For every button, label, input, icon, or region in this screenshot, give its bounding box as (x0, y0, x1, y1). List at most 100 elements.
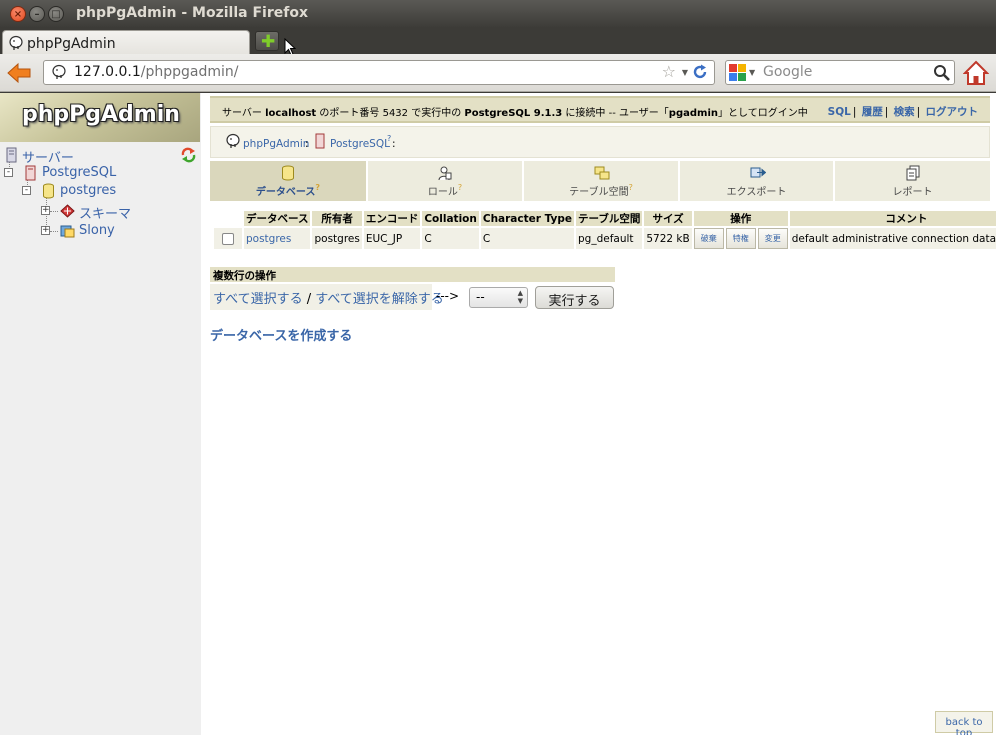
tree-label-slony: Slony (79, 223, 115, 238)
col-actions: 操作 (693, 211, 788, 226)
select-all-link[interactable]: すべて選択する (213, 292, 303, 307)
main-frame: サーバー localhost のポート番号 5432 で実行中の Postgre… (201, 93, 996, 735)
server-info-bar: サーバー localhost のポート番号 5432 で実行中の Postgre… (210, 96, 990, 123)
multi-actions-header: 複数行の操作 (210, 267, 615, 282)
action-select[interactable]: -- ▲ ▼ (469, 287, 528, 308)
privileges-button[interactable]: 特権 (725, 228, 756, 249)
browser-tab-title: phpPgAdmin (27, 36, 116, 52)
tree-node-servers[interactable]: サーバー (4, 146, 164, 166)
info-prefix: サーバー (222, 108, 266, 119)
tree-node-schemas[interactable]: + スキーマ (41, 202, 181, 222)
tab-tablespaces[interactable]: テーブル空間? (524, 161, 680, 201)
tab-tablespaces-label: テーブル空間 (569, 187, 629, 198)
help-icon[interactable]: ? (458, 183, 462, 192)
search-icon[interactable] (933, 64, 951, 82)
tab-roles[interactable]: ロール? (368, 161, 524, 201)
elephant-favicon-icon (9, 35, 23, 50)
server-icon (315, 133, 325, 149)
comment-cell: default administrative connection databa… (789, 228, 996, 249)
history-dropdown-icon[interactable]: ▼ (682, 68, 688, 77)
url-bar[interactable]: 127.0.0.1/phppgadmin/ ☆ ▼ (43, 60, 715, 85)
browser-tab[interactable]: phpPgAdmin (2, 30, 250, 54)
tab-export[interactable]: エクスポート (680, 161, 835, 201)
plus-icon: ✚ (261, 32, 276, 52)
collation-cell: C (422, 228, 479, 249)
ctype-cell: C (480, 228, 574, 249)
size-cell: 5722 kB (644, 228, 692, 249)
expand-toggle-icon[interactable]: + (41, 206, 50, 215)
create-database-link[interactable]: データベースを作成する (210, 325, 352, 344)
unselect-all-link[interactable]: すべて選択を解除する (315, 292, 444, 307)
url-host: 127.0.0.1 (74, 64, 141, 80)
tree-node-database-postgres[interactable]: - postgres (22, 182, 172, 200)
tab-reports-label: レポート (892, 187, 933, 198)
help-icon[interactable]: ? (315, 183, 320, 192)
sql-link[interactable]: SQL (828, 106, 851, 118)
left-frame: phpPgAdmin サーバー - PostgreSQL - postgres … (0, 93, 201, 735)
database-name-link[interactable]: postgres (244, 228, 311, 249)
role-icon (438, 166, 452, 181)
info-product: PostgreSQL 9.1.3 (464, 108, 563, 119)
top-links: SQL | 履歴 | 検索 | ログアウト (827, 106, 979, 118)
tree-node-postgresql[interactable]: - PostgreSQL (4, 164, 164, 182)
row-checkbox[interactable] (222, 232, 234, 245)
google-engine-icon (729, 64, 746, 81)
collapse-toggle-icon[interactable]: - (4, 168, 13, 177)
info-port-text: のポート番号 5432 で実行中の (316, 108, 465, 119)
home-icon[interactable] (963, 60, 989, 86)
breadcrumb-server-link[interactable]: PostgreSQL (330, 138, 390, 150)
tree-label-postgresql: PostgreSQL (42, 165, 117, 180)
refresh-tree-icon[interactable] (180, 147, 197, 163)
back-to-top-link[interactable]: back to top (935, 711, 993, 735)
execute-button[interactable]: 実行する (535, 286, 614, 309)
tree-label-postgres: postgres (60, 183, 117, 198)
logo-text: phpPgAdmin (22, 102, 180, 127)
expand-toggle-icon[interactable]: + (41, 226, 50, 235)
window-close-button[interactable]: × (10, 6, 26, 22)
export-icon (750, 167, 766, 178)
bookmark-star-icon[interactable]: ☆ (662, 62, 676, 81)
col-ctype: Character Type (480, 211, 574, 226)
report-icon (906, 165, 919, 181)
multi-actions: 複数行の操作 すべて選択する / すべて選択を解除する ---> -- ▲ ▼ 実… (210, 267, 615, 310)
back-arrow-icon[interactable] (5, 61, 33, 85)
tablespace-cell: pg_default (576, 228, 643, 249)
col-size: サイズ (644, 211, 692, 226)
search-placeholder: Google (763, 64, 813, 80)
breadcrumb-root-link[interactable]: phpPgAdmin (243, 138, 309, 150)
info-host: localhost (265, 108, 317, 119)
tree-node-slony[interactable]: + Slony (41, 222, 181, 240)
tablespace-icon (594, 166, 610, 180)
logout-link[interactable]: ログアウト (926, 106, 979, 118)
slony-icon (60, 225, 75, 238)
search-engine-dropdown-icon[interactable]: ▼ (749, 68, 755, 77)
info-suffix: 」としてログイン中 (718, 108, 808, 119)
breadcrumb-tail: : (392, 138, 396, 150)
tab-databases[interactable]: データベース? (210, 161, 368, 201)
site-identity-icon (52, 64, 66, 79)
tab-reports[interactable]: レポート (835, 161, 990, 201)
window-minimize-button[interactable]: – (29, 6, 45, 22)
window-maximize-button[interactable]: □ (48, 6, 64, 22)
select-spinner-icon: ▲ ▼ (517, 289, 523, 305)
history-link[interactable]: 履歴 (862, 106, 883, 118)
col-comment: コメント (789, 211, 996, 226)
database-icon (282, 165, 294, 181)
phppgadmin-logo[interactable]: phpPgAdmin (0, 93, 200, 142)
alter-button[interactable]: 変更 (757, 228, 788, 249)
collapse-toggle-icon[interactable]: - (22, 186, 31, 195)
owner-cell: postgres (312, 228, 362, 249)
select-separator: / (302, 292, 316, 307)
search-bar[interactable]: ▼ Google (725, 60, 955, 85)
new-tab-button[interactable]: ✚ (255, 31, 279, 51)
col-owner: 所有者 (312, 211, 362, 226)
help-icon[interactable]: ? (629, 183, 633, 192)
col-tablespace: テーブル空間 (576, 211, 643, 226)
tab-export-label: エクスポート (726, 187, 787, 198)
navigation-toolbar: 127.0.0.1/phppgadmin/ ☆ ▼ ▼ Google (0, 54, 996, 92)
url-path: /phppgadmin/ (140, 64, 239, 80)
search-link[interactable]: 検索 (894, 106, 915, 118)
drop-button[interactable]: 破棄 (693, 228, 724, 249)
reload-icon[interactable] (691, 63, 709, 81)
help-icon[interactable]: ? (387, 134, 391, 143)
